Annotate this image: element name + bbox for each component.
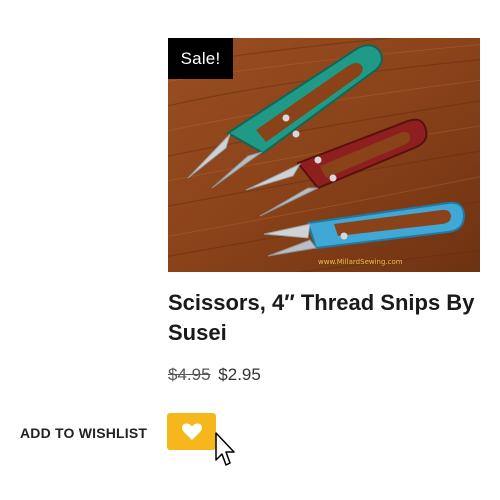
- watermark-text: www.MillardSewing.com: [318, 258, 403, 266]
- heart-icon: [181, 423, 202, 440]
- price: $4.95 $2.95: [168, 365, 261, 385]
- add-to-wishlist-label: ADD TO WISHLIST: [20, 425, 148, 441]
- sale-badge: Sale!: [168, 38, 233, 79]
- original-price: $4.95: [168, 365, 211, 384]
- add-to-wishlist-button[interactable]: [167, 413, 216, 450]
- product-title[interactable]: Scissors, 4″ Thread Snips By Susei: [168, 288, 488, 348]
- sale-price: $2.95: [218, 365, 261, 384]
- mouse-pointer-icon: [215, 432, 235, 466]
